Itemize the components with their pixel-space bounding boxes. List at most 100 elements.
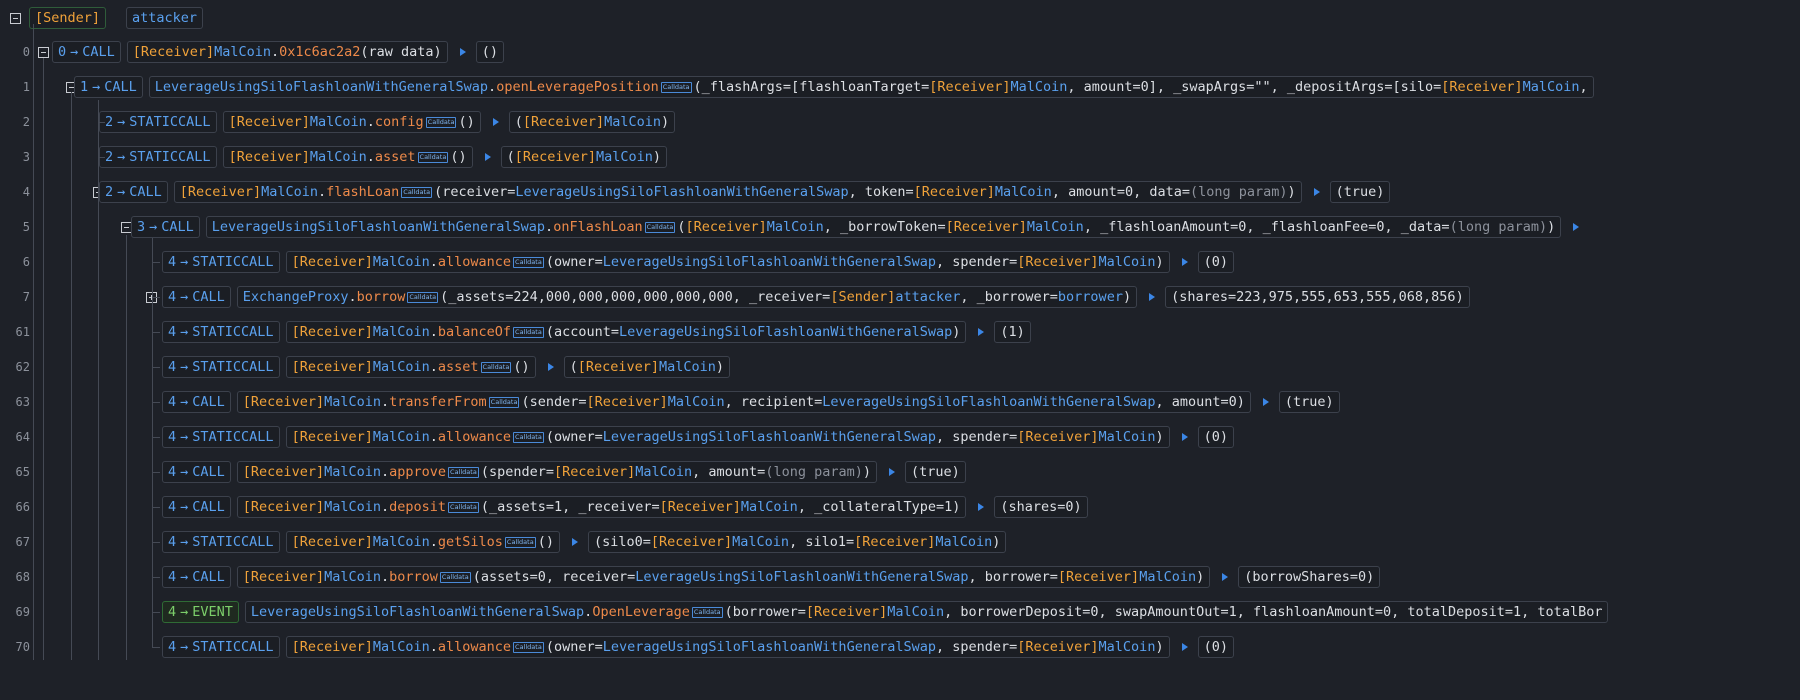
- contract-name[interactable]: MalCoin: [373, 429, 430, 445]
- contract-name[interactable]: MalCoin: [1099, 254, 1156, 270]
- call-signature[interactable]: [Receiver] MalCoin. allowance Calldata (own…: [285, 636, 1170, 658]
- contract-name[interactable]: MalCoin: [668, 394, 725, 410]
- calldata-icon[interactable]: Calldata: [513, 326, 544, 338]
- contract-name[interactable]: ExchangeProxy: [243, 289, 349, 305]
- contract-name[interactable]: MalCoin: [373, 324, 430, 340]
- return-part[interactable]: MalCoin: [935, 534, 992, 550]
- role-tag[interactable]: [Receiver]: [1017, 429, 1098, 445]
- call-signature[interactable]: [Receiver] MalCoin. balanceOf Calldata (acc…: [285, 321, 967, 343]
- call-signature[interactable]: [Receiver] MalCoin. getSilos Calldata(): [285, 531, 560, 553]
- role-tag[interactable]: [Receiver]: [1017, 254, 1098, 270]
- role-tag[interactable]: [Sender]: [830, 289, 895, 305]
- call-signature[interactable]: [Receiver] MalCoin. allowance Calldata (own…: [285, 426, 1170, 448]
- role-tag[interactable]: [Receiver]: [243, 499, 324, 515]
- return-part[interactable]: MalCoin: [596, 149, 653, 165]
- contract-name[interactable]: MalCoin: [373, 639, 430, 655]
- contract-name[interactable]: MalCoin: [324, 499, 381, 515]
- role-tag[interactable]: [Receiver]: [229, 149, 310, 165]
- contract-name[interactable]: MalCoin: [1099, 639, 1156, 655]
- role-tag[interactable]: [Receiver]: [243, 569, 324, 585]
- role-tag[interactable]: [Receiver]: [243, 394, 324, 410]
- expand-return-icon[interactable]: [492, 118, 499, 126]
- contract-name[interactable]: MalCoin: [214, 44, 271, 60]
- trace-row[interactable]: 7 4 → CALL ExchangeProxy. borrow Calldata (_as…: [0, 284, 1800, 310]
- contract-name[interactable]: MalCoin: [1099, 429, 1156, 445]
- trace-row[interactable]: 64 4 → STATICCALL [Receiver] MalCoin. allowa…: [0, 424, 1800, 450]
- call-signature[interactable]: [Receiver] MalCoin. asset Calldata(): [222, 146, 473, 168]
- role-tag[interactable]: [Receiver]: [554, 464, 635, 480]
- contract-name[interactable]: MalCoin: [995, 184, 1052, 200]
- role-tag[interactable]: [Receiver]: [806, 604, 887, 620]
- call-signature[interactable]: [Receiver] MalCoin. 0x1c6ac2a2 (raw data): [126, 41, 448, 63]
- expand-return-icon[interactable]: [571, 538, 578, 546]
- role-tag[interactable]: [Receiver]: [229, 114, 310, 130]
- calldata-icon[interactable]: Calldata: [448, 501, 479, 513]
- contract-name[interactable]: MalCoin: [324, 394, 381, 410]
- calldata-icon[interactable]: Calldata: [417, 151, 449, 163]
- expand-return-icon[interactable]: [484, 153, 491, 161]
- trace-row[interactable]: 68 4 → CALL [Receiver] MalCoin. borrow Callda…: [0, 564, 1800, 590]
- contract-name[interactable]: LeverageUsingSiloFlashloanWithGeneralSwa…: [212, 219, 545, 235]
- trace-row[interactable]: 5 3 → CALL LeverageUsingSiloFlashloanWithGe…: [0, 214, 1800, 240]
- call-signature[interactable]: [Receiver] MalCoin. flashLoan Calldata (rec…: [173, 181, 1302, 203]
- expand-return-icon[interactable]: [1181, 643, 1188, 651]
- role-tag[interactable]: [Receiver]: [292, 639, 373, 655]
- role-tag[interactable]: [Receiver]: [1017, 639, 1098, 655]
- return-part[interactable]: [Receiver]: [515, 149, 596, 165]
- trace-row[interactable]: 6 4 → STATICCALL [Receiver] MalCoin. allowan…: [0, 249, 1800, 275]
- role-tag[interactable]: [Receiver]: [929, 79, 1010, 95]
- role-tag[interactable]: [Receiver]: [914, 184, 995, 200]
- trace-row[interactable]: 61 4 → STATICCALL [Receiver] MalCoin. balanc…: [0, 319, 1800, 345]
- calldata-icon[interactable]: Calldata: [480, 361, 512, 373]
- role-tag[interactable]: [Receiver]: [292, 359, 373, 375]
- role-tag[interactable]: [Receiver]: [686, 219, 767, 235]
- calldata-icon[interactable]: Calldata: [407, 291, 439, 303]
- call-signature[interactable]: LeverageUsingSiloFlashloanWithGeneralSwa…: [205, 216, 1562, 238]
- trace-row[interactable]: 4 2 → CALL [Receiver] MalCoin. flashLoan Call…: [0, 179, 1800, 205]
- expand-return-icon[interactable]: [1262, 398, 1269, 406]
- return-part[interactable]: [Receiver]: [651, 534, 732, 550]
- contract-name[interactable]: MalCoin: [767, 219, 824, 235]
- expand-return-icon[interactable]: [978, 503, 985, 511]
- return-part[interactable]: [Receiver]: [854, 534, 935, 550]
- call-signature[interactable]: [Receiver] MalCoin. approve Calldata (spend…: [236, 461, 877, 483]
- trace-row[interactable]: 62 4 → STATICCALL [Receiver] MalCoin. asset C…: [0, 354, 1800, 380]
- contract-name[interactable]: MalCoin: [373, 254, 430, 270]
- contract-name[interactable]: borrower: [1058, 289, 1123, 305]
- trace-row[interactable]: 69 4 → EVENT LeverageUsingSiloFlashloanWith…: [0, 599, 1800, 625]
- expand-return-icon[interactable]: [978, 328, 985, 336]
- contract-name[interactable]: LeverageUsingSiloFlashloanWithGeneralSwa…: [251, 604, 584, 620]
- expand-return-icon[interactable]: [1181, 433, 1188, 441]
- calldata-icon[interactable]: Calldata: [504, 536, 536, 548]
- calldata-icon[interactable]: Calldata: [644, 221, 676, 233]
- expand-return-icon[interactable]: [1222, 573, 1229, 581]
- contract-name[interactable]: MalCoin: [310, 149, 367, 165]
- role-tag[interactable]: [Receiver]: [1058, 569, 1139, 585]
- trace-row[interactable]: 66 4 → CALL [Receiver] MalCoin. deposit Calld…: [0, 494, 1800, 520]
- expand-return-icon[interactable]: [1181, 258, 1188, 266]
- calldata-icon[interactable]: Calldata: [488, 396, 520, 408]
- call-signature[interactable]: [Receiver] MalCoin. deposit Calldata (_asse…: [236, 496, 967, 518]
- contract-name[interactable]: MalCoin: [324, 569, 381, 585]
- call-signature[interactable]: [Receiver] MalCoin. asset Calldata(): [285, 356, 536, 378]
- contract-name[interactable]: MalCoin: [1027, 219, 1084, 235]
- collapse-toggle[interactable]: [38, 46, 49, 58]
- calldata-icon[interactable]: Calldata: [513, 641, 544, 653]
- call-signature[interactable]: [Receiver] MalCoin. borrow Calldata (assets…: [236, 566, 1211, 588]
- calldata-icon[interactable]: Calldata: [691, 606, 723, 618]
- calldata-icon[interactable]: Calldata: [448, 466, 479, 478]
- trace-row[interactable]: 0 0 → CALL [Receiver] MalCoin. 0x1c6ac2a2 (ra…: [0, 39, 1800, 65]
- call-signature[interactable]: [Receiver] MalCoin. transferFrom Calldata(…: [236, 391, 1251, 413]
- role-tag[interactable]: [Receiver]: [292, 429, 373, 445]
- calldata-icon[interactable]: Calldata: [660, 81, 692, 93]
- trace-row[interactable]: 3 2 → STATICCALL [Receiver] MalCoin. asset Ca…: [0, 144, 1800, 170]
- contract-name[interactable]: LeverageUsingSiloFlashloanWithGeneralSwa…: [603, 429, 936, 445]
- role-tag[interactable]: [Receiver]: [243, 464, 324, 480]
- expand-return-icon[interactable]: [889, 468, 895, 476]
- contract-name[interactable]: MalCoin: [373, 359, 430, 375]
- role-tag[interactable]: [Receiver]: [292, 254, 373, 270]
- trace-row[interactable]: 67 4 → STATICCALL [Receiver] MalCoin. getSil…: [0, 529, 1800, 555]
- contract-name[interactable]: LeverageUsingSiloFlashloanWithGeneralSwa…: [603, 639, 936, 655]
- expand-return-icon[interactable]: [1573, 223, 1580, 231]
- trace-row[interactable]: 70 4 → STATICCALL [Receiver] MalCoin. allowa…: [0, 634, 1800, 660]
